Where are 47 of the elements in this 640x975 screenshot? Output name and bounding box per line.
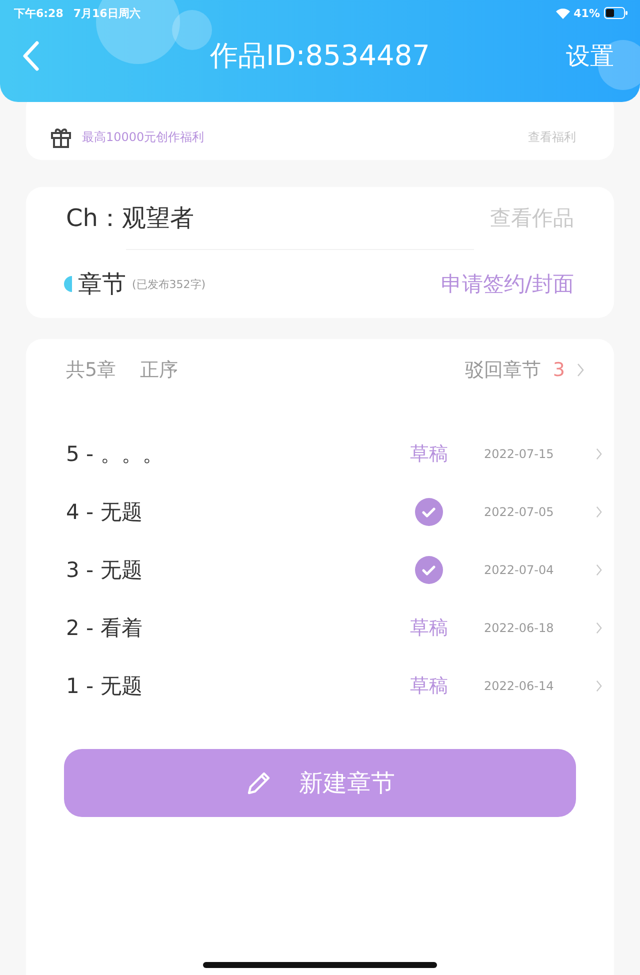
battery-percent: 41% bbox=[574, 6, 600, 20]
chevron-right-icon bbox=[577, 363, 584, 377]
draft-status: 草稿 bbox=[410, 674, 448, 699]
chevron-right-icon bbox=[596, 506, 602, 518]
chapter-title: 3 - 无题 bbox=[66, 557, 144, 584]
sort-order[interactable]: 正序 bbox=[140, 357, 178, 383]
view-benefit-link[interactable]: 查看福利 bbox=[528, 128, 576, 146]
chapter-title: 2 - 看着 bbox=[66, 615, 144, 642]
rejected-count: 3 bbox=[552, 359, 565, 381]
status-time: 下午6:28 bbox=[14, 6, 64, 20]
settings-link[interactable]: 设置 bbox=[566, 40, 614, 72]
chapter-row[interactable]: 4 - 无题 2022-07-05 bbox=[26, 483, 614, 541]
chapter-date: 2022-07-05 bbox=[484, 505, 555, 519]
new-chapter-button[interactable]: 新建章节 bbox=[64, 749, 576, 817]
draft-status: 草稿 bbox=[410, 442, 448, 467]
rejected-chapters-label[interactable]: 驳回章节 bbox=[464, 357, 541, 383]
section-marker bbox=[64, 276, 72, 292]
chevron-right-icon bbox=[596, 680, 602, 692]
gift-icon bbox=[50, 126, 72, 148]
chevron-right-icon bbox=[596, 564, 602, 576]
chapter-count: 共5章 bbox=[66, 358, 116, 383]
chapter-title: 1 - 无题 bbox=[66, 673, 144, 700]
back-icon[interactable] bbox=[22, 40, 40, 72]
chevron-right-icon bbox=[596, 622, 602, 634]
chapter-row[interactable]: 3 - 无题 2022-07-04 bbox=[26, 541, 614, 599]
check-icon bbox=[415, 498, 443, 526]
chapter-row[interactable]: 5 - 。。。 草稿 2022-07-15 bbox=[26, 425, 614, 483]
chevron-right-icon bbox=[596, 448, 602, 460]
page-title: 作品ID:8534487 bbox=[210, 39, 430, 72]
draft-status: 草稿 bbox=[410, 616, 448, 641]
chapter-row[interactable]: 2 - 看着 草稿 2022-06-18 bbox=[26, 599, 614, 657]
chapter-date: 2022-06-14 bbox=[484, 679, 555, 693]
chapter-row[interactable]: 1 - 无题 草稿 2022-06-14 bbox=[26, 657, 614, 715]
check-icon bbox=[415, 556, 443, 584]
chapter-title: 4 - 无题 bbox=[66, 499, 144, 526]
chapter-date: 2022-07-04 bbox=[484, 563, 555, 577]
chapter-date: 2022-07-15 bbox=[484, 447, 555, 461]
apply-contract-link[interactable]: 申请签约/封面 bbox=[440, 270, 574, 298]
chapter-date: 2022-06-18 bbox=[484, 621, 555, 635]
status-date: 7月16日周六 bbox=[73, 6, 140, 20]
wifi-icon bbox=[556, 8, 570, 18]
published-count: (已发布352字) bbox=[132, 276, 206, 292]
section-title: 章节 bbox=[78, 269, 126, 300]
benefit-text: 最高10000元创作福利 bbox=[82, 128, 204, 146]
work-name: Ch：观望者 bbox=[66, 203, 194, 234]
chapter-title: 5 - 。。。 bbox=[66, 441, 164, 468]
battery-icon bbox=[604, 7, 628, 19]
